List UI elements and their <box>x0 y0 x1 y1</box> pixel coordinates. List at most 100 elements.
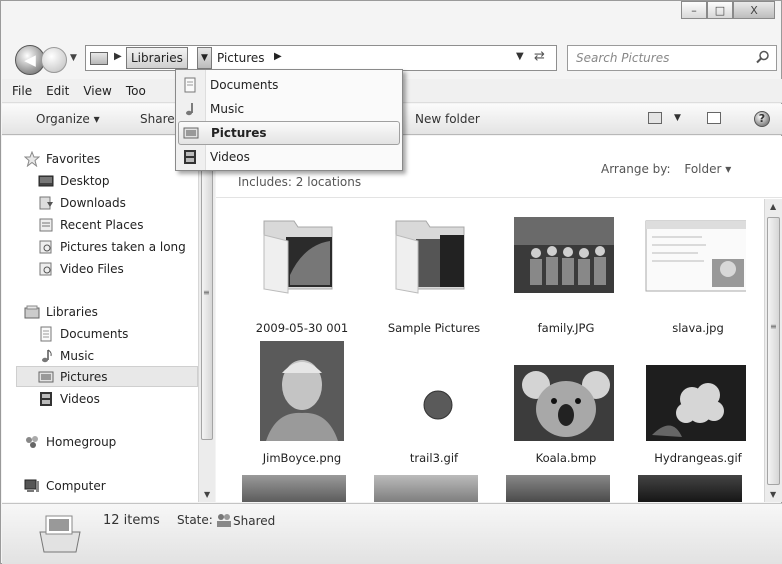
file-item[interactable]: Koala.bmp <box>500 339 618 469</box>
help-icon[interactable]: ? <box>754 111 770 127</box>
menu-item-videos[interactable]: Videos <box>178 145 400 169</box>
sidebar-item-computer[interactable]: Computer <box>24 475 106 496</box>
menu-item-pictures[interactable]: Pictures <box>178 121 400 145</box>
file-item[interactable]: Hydrangeas.gif <box>632 339 750 469</box>
screenshot-thumbnail <box>645 220 746 292</box>
scroll-down-icon[interactable]: ▼ <box>204 490 210 499</box>
menu-file[interactable]: File <box>12 84 32 98</box>
libraries-icon <box>24 305 40 318</box>
downloads-icon <box>39 196 53 209</box>
file-item[interactable]: slava.jpg <box>632 209 750 339</box>
file-item[interactable]: 2009-05-30 001 <box>236 209 354 339</box>
search-folder-icon <box>39 262 52 275</box>
forward-button[interactable] <box>41 47 67 73</box>
sidebar-item-label: Video Files <box>60 261 124 276</box>
breadcrumb-libraries[interactable]: Libraries <box>126 47 188 69</box>
chevron-right-icon[interactable]: ▶ <box>274 51 282 62</box>
sidebar-item-label: Downloads <box>60 195 126 210</box>
sidebar-item-label: Libraries <box>46 304 98 319</box>
navigation-scrollbar[interactable]: ≡ ▼ <box>198 136 215 502</box>
music-icon <box>186 103 193 116</box>
menu-item-label: Videos <box>210 150 250 164</box>
chevron-down-icon[interactable]: ▼ <box>197 47 212 69</box>
desktop-icon <box>38 175 54 186</box>
file-item[interactable]: Sample Pictures <box>368 209 486 339</box>
sidebar-item-video-files[interactable]: Video Files <box>38 258 124 279</box>
sidebar-item-libraries[interactable]: Libraries <box>24 301 98 322</box>
organize-button[interactable]: Organize ▾ <box>36 112 100 126</box>
sidebar-item-homegroup[interactable]: Homegroup <box>24 431 116 452</box>
search-icon[interactable] <box>756 50 770 64</box>
portrait-thumbnail <box>260 341 344 441</box>
menu-edit[interactable]: Edit <box>46 84 69 98</box>
sidebar-item-downloads[interactable]: Downloads <box>38 192 126 213</box>
item-count: 12 items <box>103 513 160 528</box>
videos-icon <box>184 150 196 164</box>
scrollbar-thumb[interactable] <box>767 217 780 485</box>
share-button[interactable]: Share <box>140 112 175 126</box>
sidebar-item-desktop[interactable]: Desktop <box>38 170 110 191</box>
file-item-partial[interactable] <box>242 475 346 502</box>
pictures-icon <box>183 127 199 139</box>
address-bar[interactable]: ▶ Libraries ▼ Pictures ▶ ▼ ⇄ <box>85 45 557 71</box>
arrange-by-value[interactable]: Folder ▾ <box>684 162 731 176</box>
new-folder-button[interactable]: New folder <box>415 112 480 126</box>
file-name: 2009-05-30 001 <box>255 321 349 335</box>
includes-locations-link[interactable]: Includes: 2 locations <box>238 175 361 189</box>
file-item-partial[interactable] <box>638 475 742 502</box>
content-pane: Includes: 2 locations Arrange by: Folder… <box>216 136 782 502</box>
close-icon: X <box>750 3 758 17</box>
scroll-up-icon[interactable]: ▲ <box>770 202 776 211</box>
breadcrumb-pictures[interactable]: Pictures <box>217 51 265 65</box>
file-item-partial[interactable] <box>506 475 610 502</box>
close-button[interactable]: X <box>733 1 775 19</box>
address-history-dropdown[interactable]: ▼ <box>516 51 524 62</box>
menu-item-documents[interactable]: Documents <box>178 73 400 97</box>
file-name: JimBoyce.png <box>262 451 342 465</box>
menu-item-music[interactable]: Music <box>178 97 400 121</box>
details-pane: 12 items State: Shared <box>2 503 782 564</box>
content-scrollbar[interactable]: ▲ ≡ ▼ <box>764 199 782 502</box>
folder-icon <box>395 220 465 294</box>
refresh-icon[interactable]: ⇄ <box>534 49 545 64</box>
sidebar-item-label: Homegroup <box>46 434 117 449</box>
file-item-partial[interactable] <box>374 475 478 502</box>
back-arrow-icon: ◀ <box>24 51 36 69</box>
scroll-down-icon[interactable]: ▼ <box>770 490 776 499</box>
maximize-icon: □ <box>714 3 726 17</box>
sidebar-item-favorites[interactable]: Favorites <box>24 148 100 169</box>
sidebar-item-pictures-taken[interactable]: Pictures taken a long <box>38 236 198 257</box>
sidebar-item-label: Recent Places <box>60 217 144 232</box>
sidebar-item-recent-places[interactable]: Recent Places <box>38 214 143 235</box>
file-name: trail3.gif <box>409 451 459 465</box>
minimize-button[interactable]: – <box>681 1 707 19</box>
file-item[interactable]: trail3.gif <box>368 339 486 469</box>
chevron-right-icon[interactable]: ▶ <box>114 51 122 62</box>
file-name: slava.jpg <box>672 321 724 335</box>
maximize-button[interactable]: □ <box>707 1 733 19</box>
search-input[interactable]: Search Pictures <box>567 45 777 71</box>
koala-thumbnail <box>514 365 614 441</box>
gif-thumbnail <box>423 390 453 420</box>
preview-pane-icon[interactable] <box>707 112 721 124</box>
music-icon <box>42 349 52 362</box>
menu-tools[interactable]: Too <box>126 84 146 98</box>
file-item[interactable]: family.JPG <box>500 209 618 339</box>
sidebar-item-videos[interactable]: Videos <box>38 388 100 409</box>
menu-item-label: Documents <box>210 78 279 92</box>
view-dropdown-icon[interactable]: ▼ <box>674 113 681 123</box>
file-name: Koala.bmp <box>535 451 597 465</box>
recent-pages-dropdown[interactable]: ▼ <box>70 53 77 63</box>
explorer-window: – □ X ◀ ▼ ▶ Libraries ▼ Pictures ▶ ▼ ⇄ S… <box>0 0 782 564</box>
sidebar-item-label: Music <box>60 348 95 363</box>
file-item[interactable]: JimBoyce.png <box>236 339 354 469</box>
arrange-by-control[interactable]: Arrange by: Folder ▾ <box>601 162 731 176</box>
change-view-icon[interactable] <box>648 112 662 124</box>
documents-icon <box>40 326 52 341</box>
sidebar-item-pictures[interactable]: Pictures <box>16 366 198 387</box>
recent-places-icon <box>39 218 53 231</box>
menu-view[interactable]: View <box>83 84 111 98</box>
sidebar-item-documents[interactable]: Documents <box>38 323 128 344</box>
sidebar-item-music[interactable]: Music <box>38 345 94 366</box>
caption-buttons: – □ X <box>681 1 775 19</box>
